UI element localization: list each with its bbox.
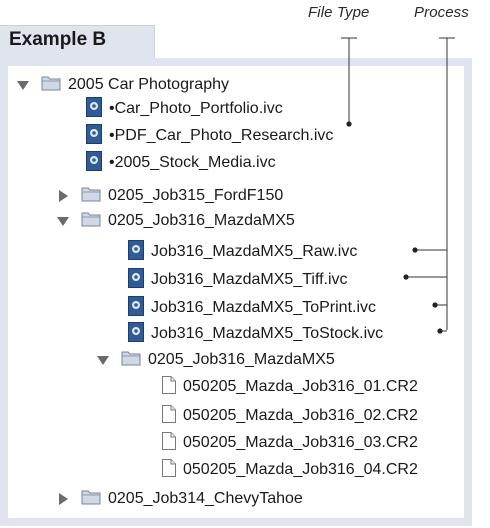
example-tab: Example B xyxy=(0,25,155,60)
ivc-catalog-icon xyxy=(86,150,102,176)
document-icon xyxy=(162,375,176,399)
folder-label: 0205_Job316_MazdaMX5 xyxy=(108,212,295,229)
tree-row-file[interactable]: 050205_Mazda_Job316_02.CR2 xyxy=(162,404,418,428)
ivc-catalog-icon xyxy=(128,239,144,265)
diagram: File Type Process Example B 2005 Car Pho… xyxy=(0,0,490,528)
tree-row-root[interactable]: 2005 Car Photography xyxy=(17,73,229,97)
file-label: •2005_Stock_Media.ivc xyxy=(109,154,276,171)
folder-icon xyxy=(121,349,141,372)
file-label: Job316_MazdaMX5_ToStock.ivc xyxy=(151,325,384,342)
tree-row-file[interactable]: Job316_MazdaMX5_ToPrint.ivc xyxy=(128,295,377,321)
tree-row-folder-job316-sub[interactable]: 0205_Job316_MazdaMX5 xyxy=(97,348,335,372)
tree-row-file[interactable]: •Car_Photo_Portfolio.ivc xyxy=(86,96,283,122)
ivc-catalog-icon xyxy=(86,96,102,122)
file-label: Job316_MazdaMX5_Raw.ivc xyxy=(151,243,358,260)
tree-row-file[interactable]: 050205_Mazda_Job316_01.CR2 xyxy=(162,375,418,399)
tree-row-folder-job315[interactable]: 0205_Job315_FordF150 xyxy=(57,184,283,208)
tree-row-file[interactable]: •PDF_Car_Photo_Research.ivc xyxy=(86,123,334,149)
file-label: •Car_Photo_Portfolio.ivc xyxy=(109,100,283,117)
folder-icon xyxy=(81,210,101,233)
expand-triangle-icon[interactable] xyxy=(17,80,29,90)
ivc-catalog-icon xyxy=(128,295,144,321)
file-label: Job316_MazdaMX5_Tiff.ivc xyxy=(151,271,348,288)
document-icon xyxy=(162,458,176,482)
file-label: Job316_MazdaMX5_ToPrint.ivc xyxy=(151,299,377,316)
tree-row-file[interactable]: Job316_MazdaMX5_Raw.ivc xyxy=(128,239,358,265)
folder-icon xyxy=(41,74,61,97)
file-label: 050205_Mazda_Job316_02.CR2 xyxy=(183,407,418,424)
file-label: 050205_Mazda_Job316_04.CR2 xyxy=(183,461,418,478)
file-type-annotation: File Type xyxy=(308,4,370,21)
tree-row-file[interactable]: •2005_Stock_Media.ivc xyxy=(86,150,276,176)
file-label: •PDF_Car_Photo_Research.ivc xyxy=(109,127,334,144)
tree-row-file[interactable]: 050205_Mazda_Job316_03.CR2 xyxy=(162,431,418,455)
collapsed-triangle-icon[interactable] xyxy=(59,493,68,505)
expand-triangle-icon[interactable] xyxy=(57,216,69,226)
file-label: 050205_Mazda_Job316_03.CR2 xyxy=(183,434,418,451)
process-annotation: Process xyxy=(414,4,469,21)
folder-label: 0205_Job314_ChevyTahoe xyxy=(108,490,303,507)
tree-row-folder-job314[interactable]: 0205_Job314_ChevyTahoe xyxy=(57,487,303,511)
ivc-catalog-icon xyxy=(128,267,144,293)
folder-label: 0205_Job315_FordF150 xyxy=(108,187,284,204)
tree-row-folder-job316[interactable]: 0205_Job316_MazdaMX5 xyxy=(57,209,295,233)
document-icon xyxy=(162,431,176,455)
collapsed-triangle-icon[interactable] xyxy=(59,190,68,202)
tree-row-file[interactable]: Job316_MazdaMX5_Tiff.ivc xyxy=(128,267,348,293)
expand-triangle-icon[interactable] xyxy=(97,355,109,365)
file-label: 050205_Mazda_Job316_01.CR2 xyxy=(183,378,418,395)
folder-label: 0205_Job316_MazdaMX5 xyxy=(148,351,335,368)
ivc-catalog-icon xyxy=(86,123,102,149)
document-icon xyxy=(162,404,176,428)
tree-row-file[interactable]: 050205_Mazda_Job316_04.CR2 xyxy=(162,458,418,482)
folder-label: 2005 Car Photography xyxy=(68,76,229,93)
folder-icon xyxy=(81,488,101,511)
ivc-catalog-icon xyxy=(128,321,144,347)
folder-icon xyxy=(81,185,101,208)
tree-row-file[interactable]: Job316_MazdaMX5_ToStock.ivc xyxy=(128,321,384,347)
example-title: Example B xyxy=(9,29,107,50)
